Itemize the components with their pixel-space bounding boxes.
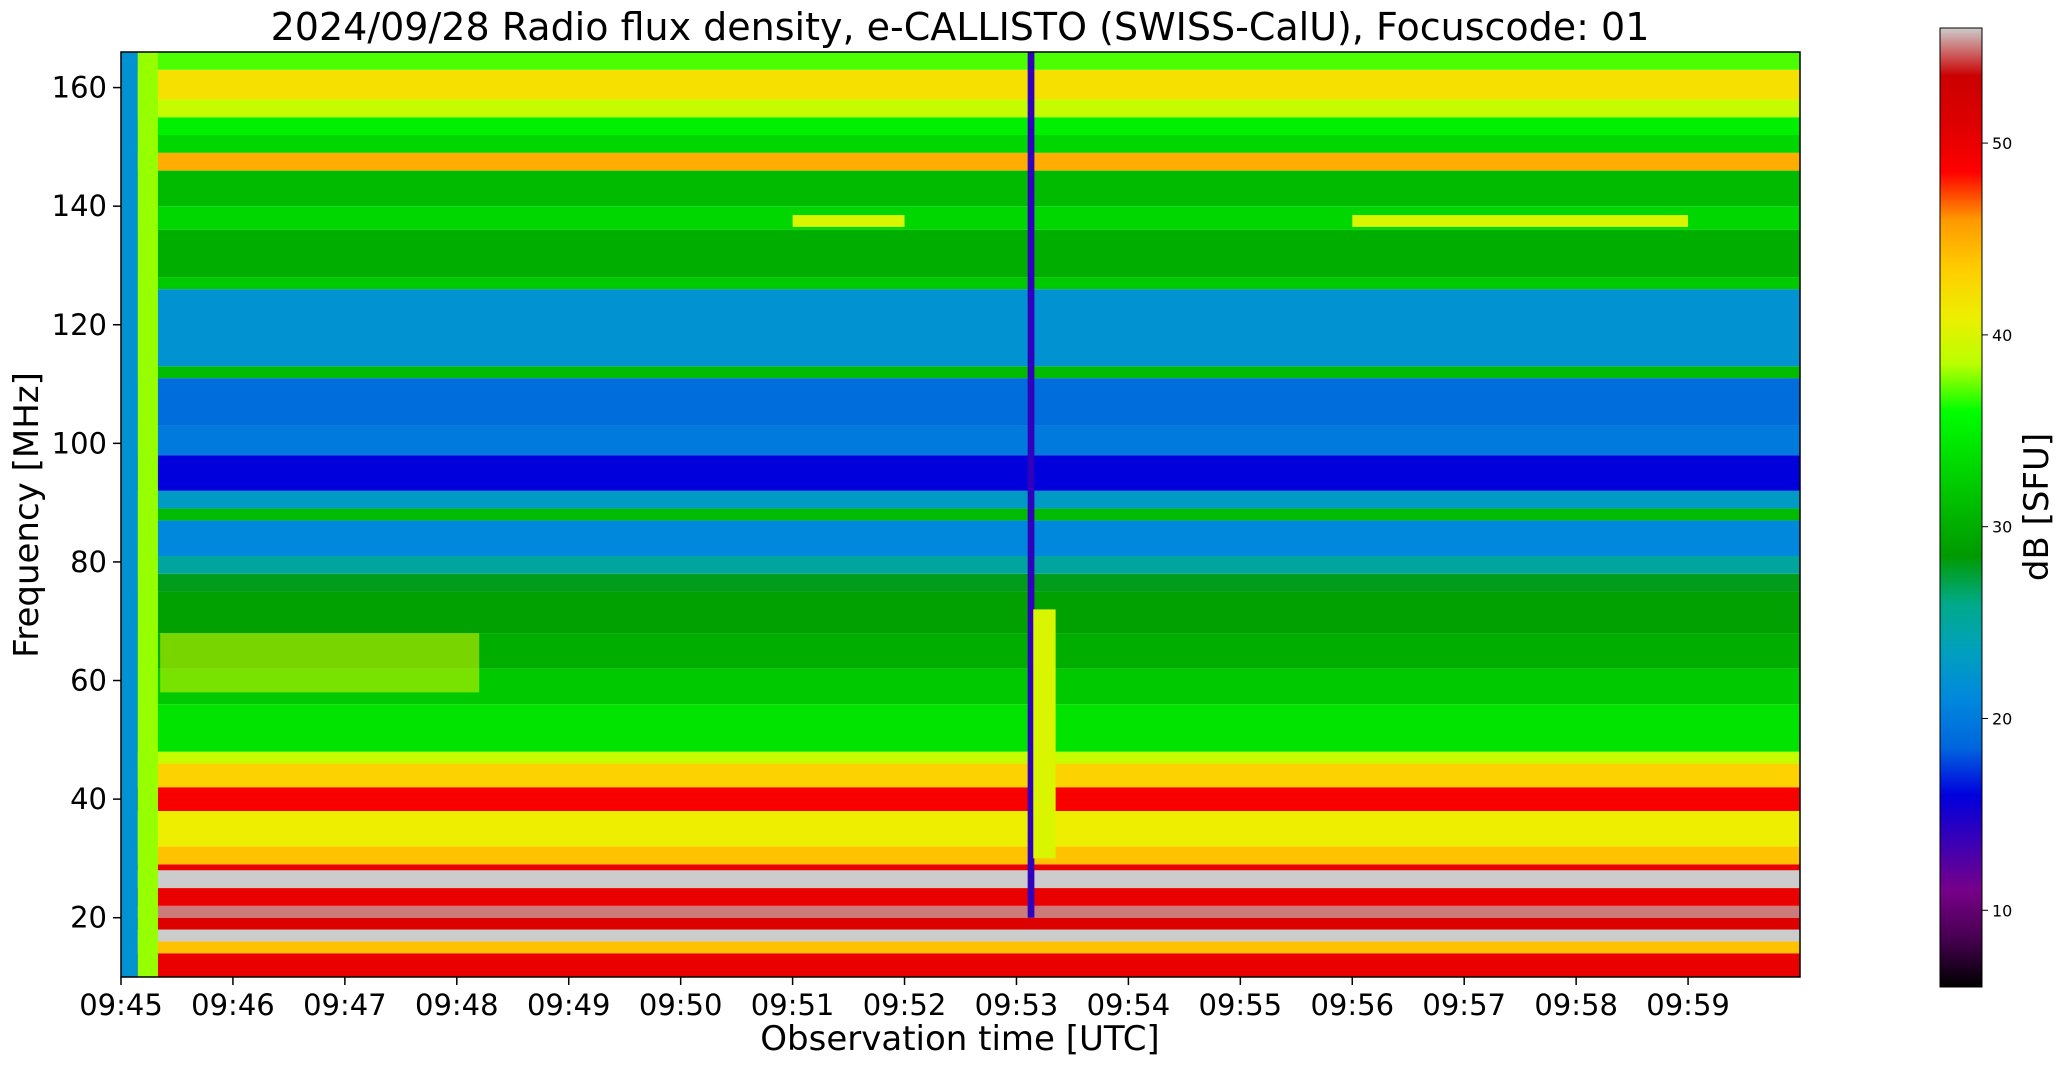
frequency-band: [121, 117, 1800, 136]
colorbar-label: dB [SFU]: [2017, 433, 2057, 581]
spectral-feature: [1352, 215, 1689, 227]
y-tick-label: 40: [70, 782, 107, 816]
y-tick-label: 100: [52, 426, 107, 460]
y-tick-label: 140: [52, 189, 107, 223]
frequency-band: [121, 425, 1800, 456]
spectral-feature: [121, 52, 138, 977]
x-tick-label: 09:55: [1199, 988, 1283, 1022]
spectral-feature: [792, 215, 905, 227]
frequency-band: [121, 277, 1800, 290]
frequency-band: [121, 763, 1800, 788]
frequency-band: [121, 917, 1800, 930]
frequency-band: [121, 378, 1800, 426]
x-tick-label: 09:46: [191, 988, 275, 1022]
frequency-band: [121, 953, 1800, 977]
x-tick-label: 09:59: [1646, 988, 1730, 1022]
y-tick-label: 60: [70, 664, 107, 698]
colorbar: [1939, 27, 1983, 988]
frequency-band: [121, 751, 1800, 764]
y-axis-label: Frequency [MHz]: [7, 372, 47, 658]
frequency-band: [121, 52, 1800, 70]
frequency-band: [121, 704, 1800, 752]
x-tick-label: 09:45: [79, 988, 163, 1022]
spectral-feature: [160, 633, 480, 693]
frequency-band: [121, 787, 1800, 811]
frequency-band: [121, 870, 1800, 889]
frequency-band: [121, 152, 1800, 171]
spectrogram-figure: 2024/09/28 Radio flux density, e-CALLIST…: [7, 5, 2057, 1059]
frequency-band: [121, 864, 1800, 871]
x-axis: 09:45 09:46 09:47 09:48 09:49 09:50 09:51 09:52…: [79, 977, 1730, 1022]
frequency-band: [121, 556, 1800, 574]
frequency-band: [121, 508, 1800, 521]
frequency-band: [121, 520, 1800, 557]
frequency-band: [121, 941, 1800, 954]
colorbar-axis: 10 20 30 40 50: [1982, 134, 2012, 920]
spectral-feature: [1033, 609, 1056, 859]
frequency-band: [121, 490, 1800, 509]
y-tick-label: 160: [52, 71, 107, 105]
x-tick-label: 09:51: [751, 988, 835, 1022]
y-axis: 20 40 60 80 100 120 140 160: [52, 71, 121, 935]
frequency-band: [121, 170, 1800, 207]
frequency-band: [121, 135, 1800, 153]
colorbar-tick-label: 50: [1992, 134, 2012, 153]
plot-area: [121, 52, 1800, 977]
x-tick-label: 09:52: [863, 988, 947, 1022]
frequency-band: [121, 810, 1800, 847]
colorbar-tick-label: 30: [1992, 518, 2012, 537]
x-tick-label: 09:48: [415, 988, 499, 1022]
spectral-feature: [137, 52, 158, 977]
x-tick-label: 09:57: [1422, 988, 1506, 1022]
x-axis-label: Observation time [UTC]: [760, 1019, 1159, 1059]
colorbar-tick-label: 20: [1992, 709, 2012, 728]
colorbar-tick-label: 10: [1992, 901, 2012, 920]
frequency-band: [121, 455, 1800, 491]
x-tick-label: 09:50: [639, 988, 723, 1022]
frequency-band: [121, 929, 1800, 942]
x-tick-label: 09:47: [303, 988, 387, 1022]
x-tick-label: 09:53: [975, 988, 1059, 1022]
frequency-band: [121, 289, 1800, 367]
frequency-band: [121, 573, 1800, 592]
colorbar-tick-label: 40: [1992, 326, 2012, 345]
frequency-band: [121, 69, 1800, 100]
x-tick-label: 09:56: [1310, 988, 1394, 1022]
chart-title: 2024/09/28 Radio flux density, e-CALLIST…: [271, 5, 1650, 49]
y-tick-label: 20: [70, 901, 107, 935]
y-tick-label: 120: [52, 308, 107, 342]
frequency-band: [121, 99, 1800, 118]
frequency-band: [121, 846, 1800, 865]
frequency-band: [121, 229, 1800, 278]
frequency-band: [121, 366, 1800, 379]
frequency-band: [121, 888, 1800, 906]
y-tick-label: 80: [70, 545, 107, 579]
x-tick-label: 09:49: [527, 988, 611, 1022]
x-tick-label: 09:58: [1534, 988, 1618, 1022]
frequency-band: [121, 591, 1800, 634]
frequency-band: [121, 905, 1800, 918]
x-tick-label: 09:54: [1087, 988, 1171, 1022]
